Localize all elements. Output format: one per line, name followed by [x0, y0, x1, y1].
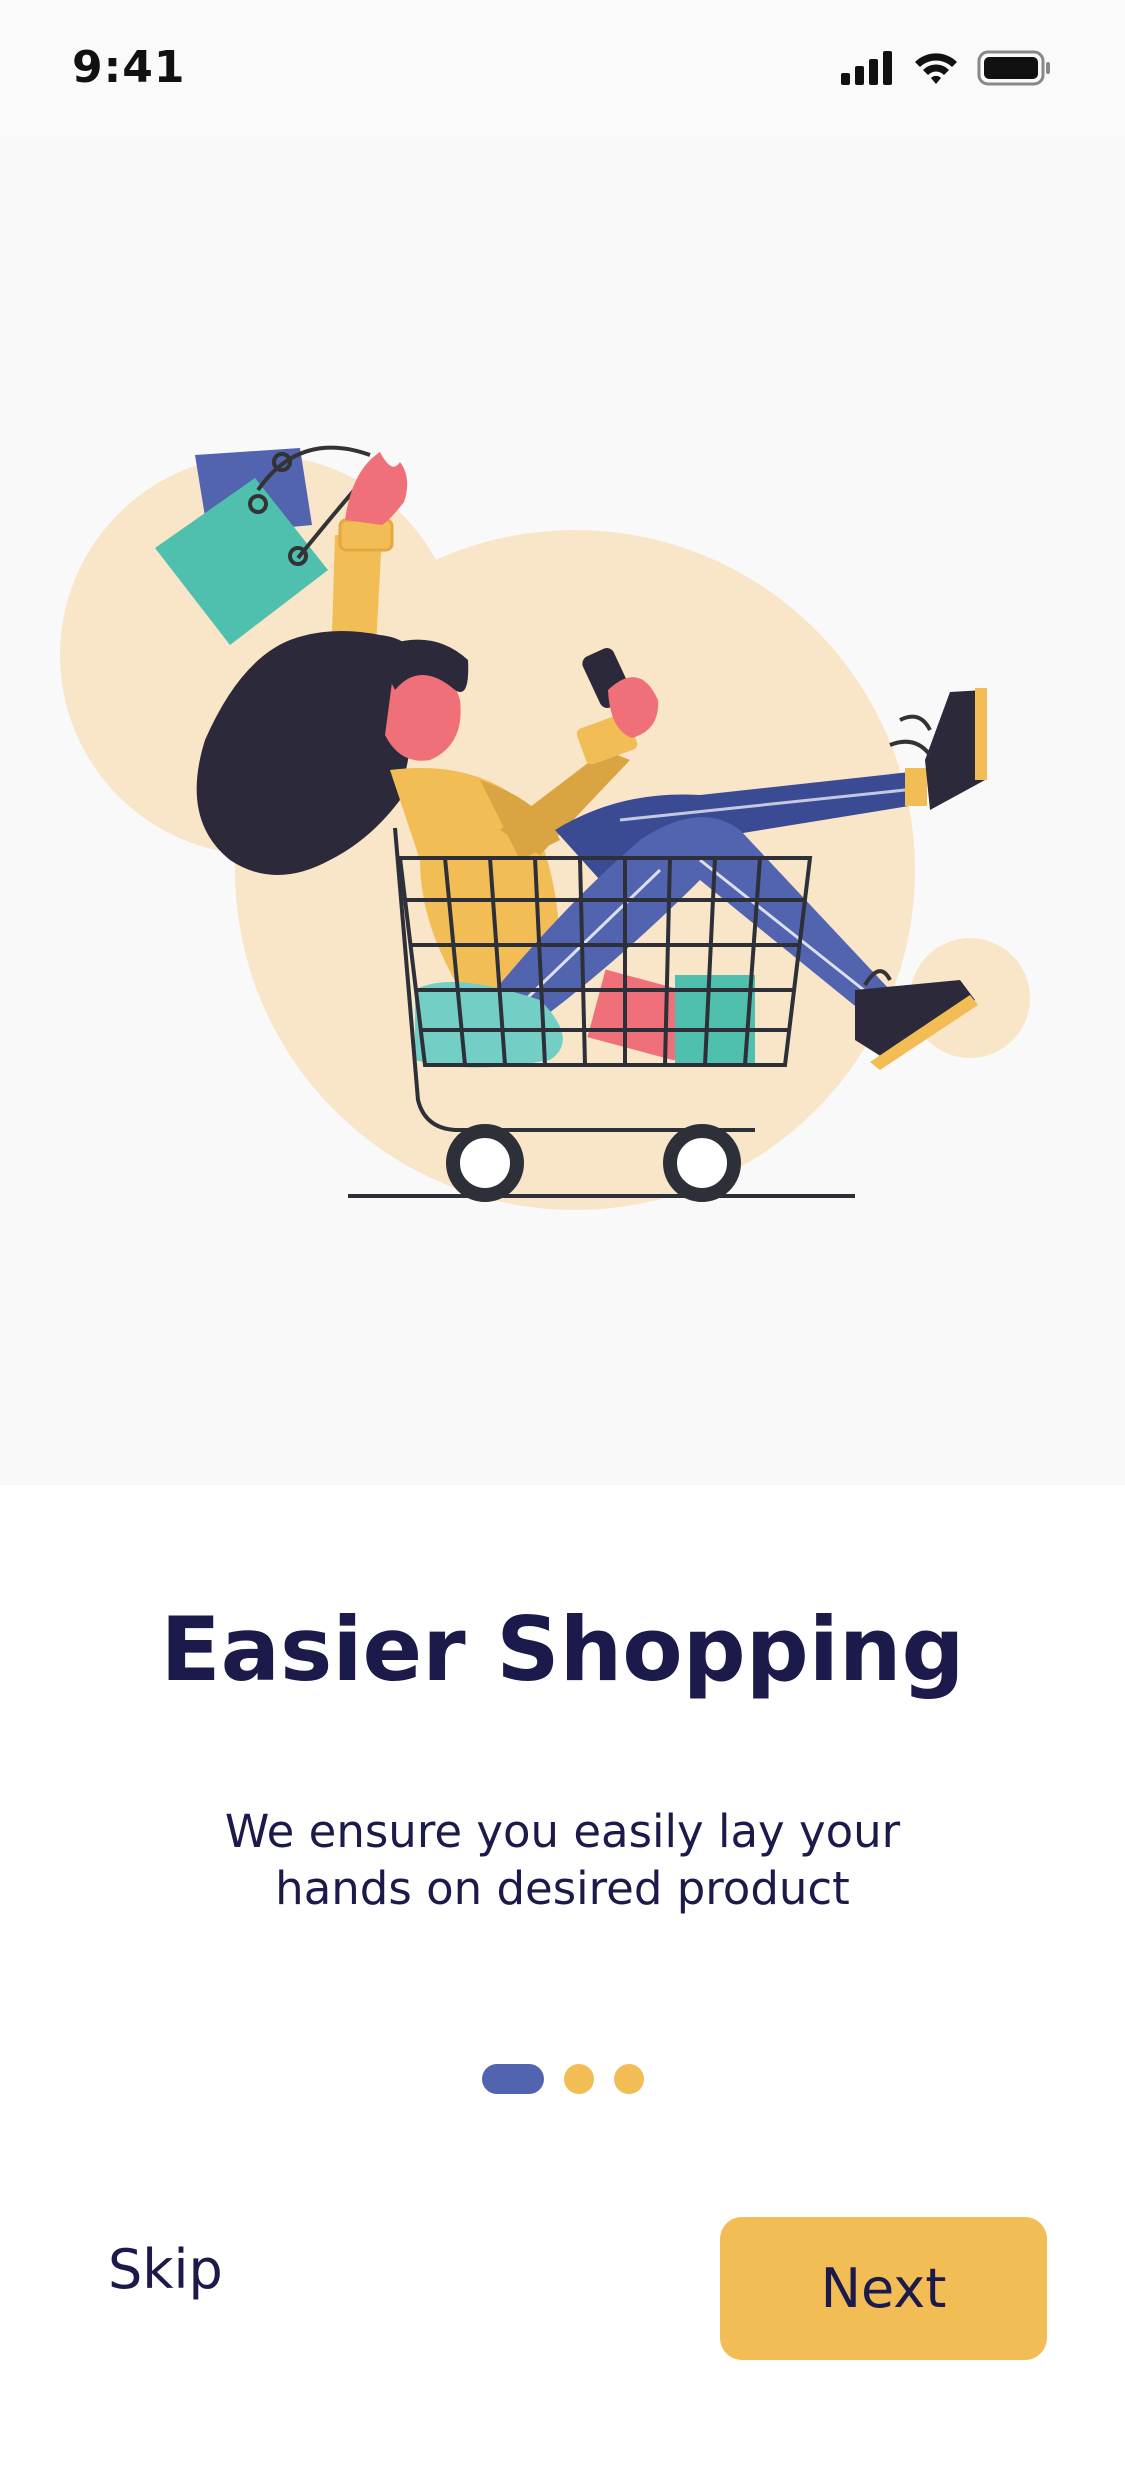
signal-icon	[841, 51, 892, 85]
battery-icon	[977, 50, 1050, 86]
onboarding-title: Easier Shopping	[160, 1598, 965, 1701]
status-icons	[841, 48, 1051, 88]
wifi-icon	[915, 53, 957, 84]
page-dot	[563, 2064, 594, 2094]
onboarding-subtitle: We ensure you easily lay your hands on d…	[224, 1805, 901, 1915]
page-dot-active	[481, 2064, 544, 2094]
skip-button[interactable]: Skip	[108, 2238, 223, 2301]
next-button[interactable]: Next	[720, 2217, 1047, 2360]
shopping-cart-illustration	[60, 445, 1030, 1210]
page-dot	[613, 2064, 644, 2094]
hero-illustration-area	[0, 135, 1125, 1485]
status-time: 9:41	[72, 42, 186, 93]
page-indicator	[0, 2064, 1125, 2094]
status-bar: 9:41	[0, 0, 1125, 135]
